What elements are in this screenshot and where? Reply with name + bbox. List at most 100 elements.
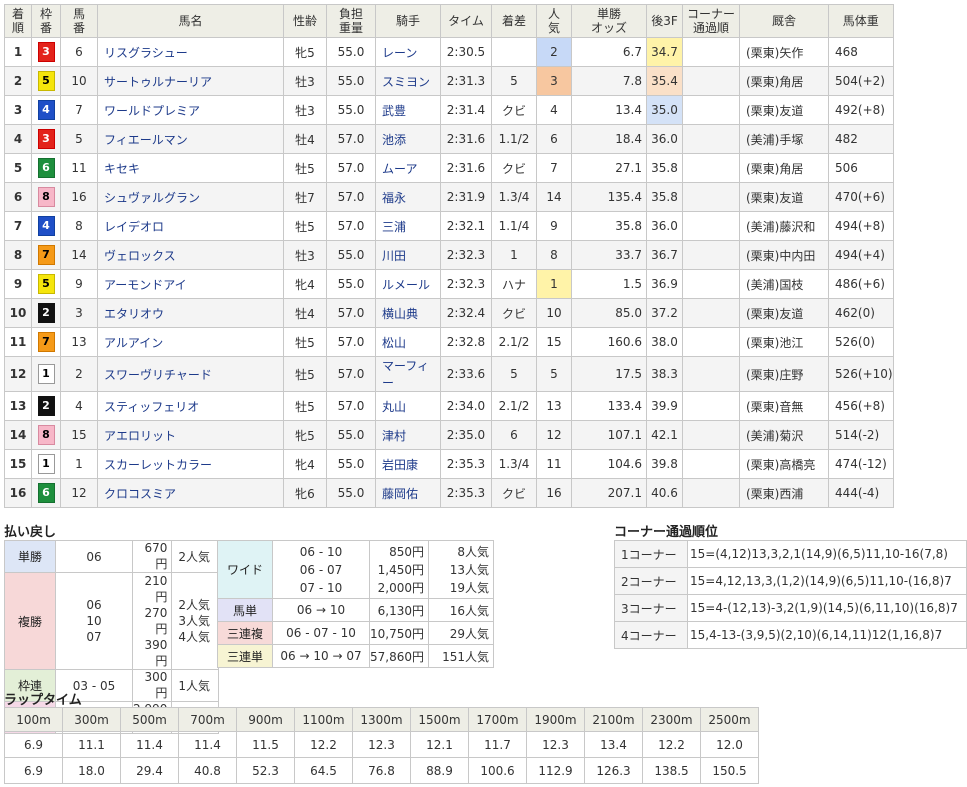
jockey-link[interactable]: 武豊: [375, 95, 441, 125]
corner-label: 1コーナー: [614, 540, 688, 568]
trainer-link[interactable]: (美浦)手塚: [739, 124, 829, 154]
trainer-link[interactable]: (栗東)友道: [739, 182, 829, 212]
margin-cell: クビ: [491, 298, 537, 328]
jockey-link[interactable]: 藤岡佑: [375, 478, 441, 508]
lap-split: 13.4: [584, 731, 643, 758]
horse-name-link[interactable]: ヴェロックス: [97, 240, 284, 270]
jockey-link[interactable]: 池添: [375, 124, 441, 154]
jockey-link[interactable]: ムーア: [375, 153, 441, 183]
trainer-link[interactable]: (美浦)藤沢和: [739, 211, 829, 241]
trainer-link[interactable]: (栗東)角居: [739, 153, 829, 183]
horse-name-link[interactable]: スカーレットカラー: [97, 449, 284, 479]
result-row: 3 4 7 ワールドプレミア 牡3 55.0 武豊 2:31.4 クビ 4 13.4 35.0 (栗東)…: [4, 95, 894, 125]
trainer-link[interactable]: (栗東)音無: [739, 391, 829, 421]
odds-cell: 1.5: [571, 269, 647, 299]
sanrenpuku-label[interactable]: 三連複: [217, 621, 273, 645]
trainer-link[interactable]: (栗東)友道: [739, 298, 829, 328]
jockey-link[interactable]: レーン: [375, 37, 441, 67]
umaban-cell: 5: [60, 124, 98, 154]
weight-cell: 55.0: [326, 449, 376, 479]
jockey-link[interactable]: 松山: [375, 327, 441, 357]
horse-name-link[interactable]: アエロリット: [97, 420, 284, 450]
rank-cell: 10: [4, 298, 32, 328]
horse-name-link[interactable]: サートゥルナーリア: [97, 66, 284, 96]
margin-cell: クビ: [491, 95, 537, 125]
trainer-link[interactable]: (栗東)角居: [739, 66, 829, 96]
lap-distance: 1100m: [294, 707, 353, 732]
margin-cell: 2.1/2: [491, 327, 537, 357]
trainer-link[interactable]: (栗東)池江: [739, 327, 829, 357]
popularity-cell: 2: [536, 37, 572, 67]
odds-cell: 207.1: [571, 478, 647, 508]
result-row: 11 7 13 アルアイン 牡5 57.0 松山 2:32.8 2.1/2 15 160.6 38.0…: [4, 327, 894, 357]
jockey-link[interactable]: マーフィー: [375, 356, 441, 392]
sexage-cell: 牝6: [283, 478, 327, 508]
horse-name-link[interactable]: フィエールマン: [97, 124, 284, 154]
bodyweight-cell: 468: [828, 37, 894, 67]
tansho-label[interactable]: 単勝: [4, 540, 56, 573]
trainer-link[interactable]: (美浦)国枝: [739, 269, 829, 299]
trainer-link[interactable]: (美浦)菊沢: [739, 420, 829, 450]
wide-label[interactable]: ワイド: [217, 540, 273, 599]
trainer-link[interactable]: (栗東)高橋亮: [739, 449, 829, 479]
trainer-link[interactable]: (栗東)矢作: [739, 37, 829, 67]
horse-name-link[interactable]: レイデオロ: [97, 211, 284, 241]
jockey-link[interactable]: ルメール: [375, 269, 441, 299]
margin-cell: クビ: [491, 478, 537, 508]
weight-cell: 57.0: [326, 124, 376, 154]
sexage-cell: 牡7: [283, 182, 327, 212]
corner-cell: [682, 327, 740, 357]
horse-name-link[interactable]: ワールドプレミア: [97, 95, 284, 125]
weight-cell: 55.0: [326, 37, 376, 67]
corner-cell: [682, 478, 740, 508]
trainer-link[interactable]: (栗東)庄野: [739, 356, 829, 392]
jockey-link[interactable]: 川田: [375, 240, 441, 270]
lap-split: 12.3: [526, 731, 585, 758]
jockey-link[interactable]: 福永: [375, 182, 441, 212]
payout-row-fukusho: 複勝 06 10 07 210円 270円 390円 2人気 3人気 4人気: [4, 572, 220, 670]
lap-cumulative: 18.0: [62, 757, 121, 784]
bodyweight-cell: 470(+6): [828, 182, 894, 212]
lap-cumulative: 76.8: [352, 757, 411, 784]
sanrentan-amount: 57,860円: [369, 644, 429, 668]
trainer-link[interactable]: (栗東)中内田: [739, 240, 829, 270]
horse-name-link[interactable]: アーモンドアイ: [97, 269, 284, 299]
odds-cell: 33.7: [571, 240, 647, 270]
margin-cell: 1.1/4: [491, 211, 537, 241]
lap-distance: 900m: [236, 707, 295, 732]
jockey-link[interactable]: 横山典: [375, 298, 441, 328]
umaban-cell: 4: [60, 391, 98, 421]
horse-name-link[interactable]: クロコスミア: [97, 478, 284, 508]
jockey-link[interactable]: 丸山: [375, 391, 441, 421]
umaban-cell: 1: [60, 449, 98, 479]
popularity-cell: 12: [536, 420, 572, 450]
horse-name-link[interactable]: シュヴァルグラン: [97, 182, 284, 212]
jockey-link[interactable]: 岩田康: [375, 449, 441, 479]
jockey-link[interactable]: 三浦: [375, 211, 441, 241]
horse-name-link[interactable]: キセキ: [97, 153, 284, 183]
horse-name-link[interactable]: スティッフェリオ: [97, 391, 284, 421]
waku-badge: 4: [37, 100, 55, 120]
corner-label: 3コーナー: [614, 594, 688, 622]
umatan-label[interactable]: 馬単: [217, 598, 273, 622]
corner-cell: [682, 269, 740, 299]
lap-distance: 100m: [4, 707, 63, 732]
trainer-link[interactable]: (栗東)友道: [739, 95, 829, 125]
horse-name-link[interactable]: アルアイン: [97, 327, 284, 357]
horse-name-link[interactable]: スワーヴリチャード: [97, 356, 284, 392]
horse-name-link[interactable]: エタリオウ: [97, 298, 284, 328]
tansho-num: 06: [55, 540, 133, 573]
jockey-link[interactable]: スミヨン: [375, 66, 441, 96]
sexage-cell: 牡5: [283, 211, 327, 241]
horse-name-link[interactable]: リスグラシュー: [97, 37, 284, 67]
results-body: 1 3 6 リスグラシュー 牝5 55.0 レーン 2:30.5 2 6.7 34.7 (栗東)矢作 4…: [4, 37, 894, 508]
result-row: 15 1 1 スカーレットカラー 牝4 55.0 岩田康 2:35.3 1.3/4 11 104.6…: [4, 449, 894, 479]
lap-cumulative-row: 6.9 18.0 29.4 40.8 52.3 64.5 76.8 88.9 100.6 112.…: [4, 757, 759, 784]
fukusho-label[interactable]: 複勝: [4, 572, 56, 670]
corner-row: 2コーナー 15=4,12,13,3,(1,2)(14,9)(6,5)11,10-…: [614, 567, 967, 595]
trainer-link[interactable]: (栗東)西浦: [739, 478, 829, 508]
wide-pops: 8人気 13人気 19人気: [428, 540, 494, 599]
jockey-link[interactable]: 津村: [375, 420, 441, 450]
sanrentan-label[interactable]: 三連単: [217, 644, 273, 668]
corner-label: 4コーナー: [614, 621, 688, 649]
